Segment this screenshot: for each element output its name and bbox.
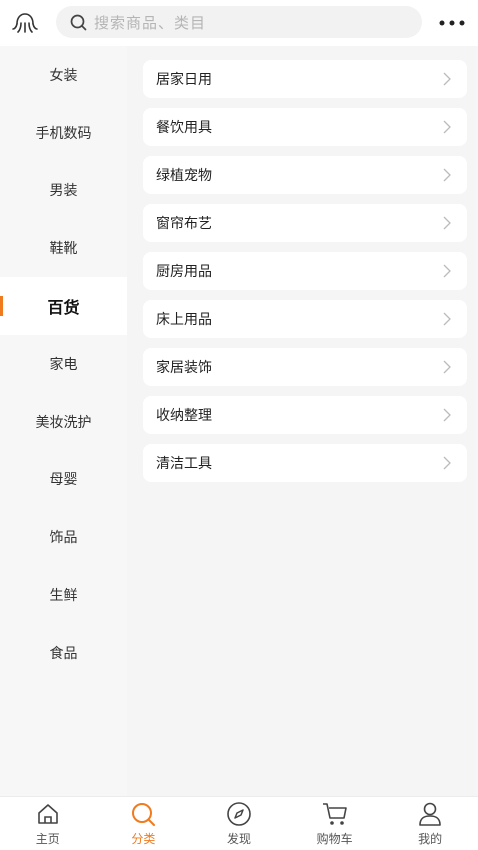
sidebar-item-label: 手机数码	[35, 125, 92, 142]
cart-icon	[321, 801, 349, 827]
search-icon	[68, 12, 88, 32]
tab-label: 主页	[35, 831, 60, 846]
sidebar-item-label: 饰品	[49, 530, 78, 547]
subcategory-row[interactable]: 家居装饰	[143, 348, 467, 386]
tab-label: 分类	[131, 831, 156, 846]
search-input[interactable]: 搜索商品、类目	[56, 6, 422, 38]
subcategory-row[interactable]: 餐饮用具	[143, 108, 467, 146]
subcategory-row[interactable]: 窗帘布艺	[143, 204, 467, 242]
sidebar-item-6[interactable]: 美妆洗护	[0, 393, 127, 451]
bottom-tab-bar: 主页 分类 发现 购物车 我的	[0, 796, 478, 850]
sidebar-item-9[interactable]: 生鲜	[0, 566, 127, 624]
subcategory-label: 居家日用	[156, 72, 212, 88]
tab-2[interactable]: 发现	[199, 801, 279, 847]
sidebar-item-10[interactable]: 食品	[0, 624, 127, 682]
home-icon	[34, 801, 62, 827]
sidebar-item-label: 母婴	[49, 472, 78, 489]
compass-icon	[225, 801, 253, 827]
app-root: 搜索商品、类目 女装手机数码男装鞋靴百货家电美妆洗护母婴饰品生鲜食品 居家日用餐…	[0, 0, 478, 850]
category-sidebar: 女装手机数码男装鞋靴百货家电美妆洗护母婴饰品生鲜食品	[0, 46, 127, 796]
sidebar-item-7[interactable]: 母婴	[0, 451, 127, 509]
sidebar-item-4[interactable]: 百货	[0, 277, 127, 335]
user-icon	[416, 801, 444, 827]
subcategory-row[interactable]: 绿植宠物	[143, 156, 467, 194]
subcategory-list: 居家日用餐饮用具绿植宠物窗帘布艺厨房用品床上用品家居装饰收纳整理清洁工具	[127, 46, 478, 796]
category-search-icon	[129, 801, 157, 827]
more-dots-icon[interactable]	[438, 12, 466, 34]
subcategory-label: 家居装饰	[156, 360, 212, 376]
subcategory-row[interactable]: 厨房用品	[143, 252, 467, 290]
sidebar-item-0[interactable]: 女装	[0, 46, 127, 104]
search-placeholder: 搜索商品、类目	[94, 13, 207, 32]
top-header: 搜索商品、类目	[0, 0, 478, 46]
sidebar-item-8[interactable]: 饰品	[0, 508, 127, 566]
subcategory-row[interactable]: 清洁工具	[143, 444, 467, 482]
subcategory-row[interactable]: 收纳整理	[143, 396, 467, 434]
tab-1[interactable]: 分类	[103, 801, 183, 847]
tab-label: 我的	[418, 831, 443, 846]
chevron-right-icon	[443, 312, 455, 326]
subcategory-label: 厨房用品	[156, 264, 212, 280]
tab-label: 发现	[226, 831, 251, 846]
sidebar-item-label: 女装	[49, 67, 78, 84]
subcategory-label: 收纳整理	[156, 408, 212, 424]
subcategory-label: 餐饮用具	[156, 120, 212, 136]
sidebar-item-label: 男装	[49, 183, 78, 200]
sidebar-item-1[interactable]: 手机数码	[0, 104, 127, 162]
tab-4[interactable]: 我的	[390, 801, 470, 847]
sidebar-item-label: 家电	[49, 356, 78, 373]
subcategory-row[interactable]: 床上用品	[143, 300, 467, 338]
chevron-right-icon	[443, 120, 455, 134]
chevron-right-icon	[443, 72, 455, 86]
subcategory-row[interactable]: 居家日用	[143, 60, 467, 98]
subcategory-label: 清洁工具	[156, 456, 212, 472]
tab-3[interactable]: 购物车	[295, 801, 375, 847]
chevron-right-icon	[443, 360, 455, 374]
octopus-logo-icon[interactable]	[0, 0, 50, 46]
chevron-right-icon	[443, 456, 455, 470]
chevron-right-icon	[443, 408, 455, 422]
chevron-right-icon	[443, 216, 455, 230]
subcategory-label: 绿植宠物	[156, 168, 212, 184]
chevron-right-icon	[443, 264, 455, 278]
sidebar-item-3[interactable]: 鞋靴	[0, 219, 127, 277]
sidebar-item-5[interactable]: 家电	[0, 335, 127, 393]
subcategory-label: 窗帘布艺	[156, 216, 212, 232]
sidebar-item-label: 生鲜	[49, 588, 78, 605]
sidebar-item-label: 食品	[49, 645, 78, 662]
tab-label: 购物车	[316, 831, 353, 846]
sidebar-item-2[interactable]: 男装	[0, 162, 127, 220]
sidebar-item-label: 美妆洗护	[35, 414, 92, 431]
sidebar-item-label: 鞋靴	[49, 241, 78, 258]
chevron-right-icon	[443, 168, 455, 182]
sidebar-item-label: 百货	[47, 298, 80, 318]
subcategory-label: 床上用品	[156, 312, 212, 328]
tab-0[interactable]: 主页	[8, 801, 88, 847]
